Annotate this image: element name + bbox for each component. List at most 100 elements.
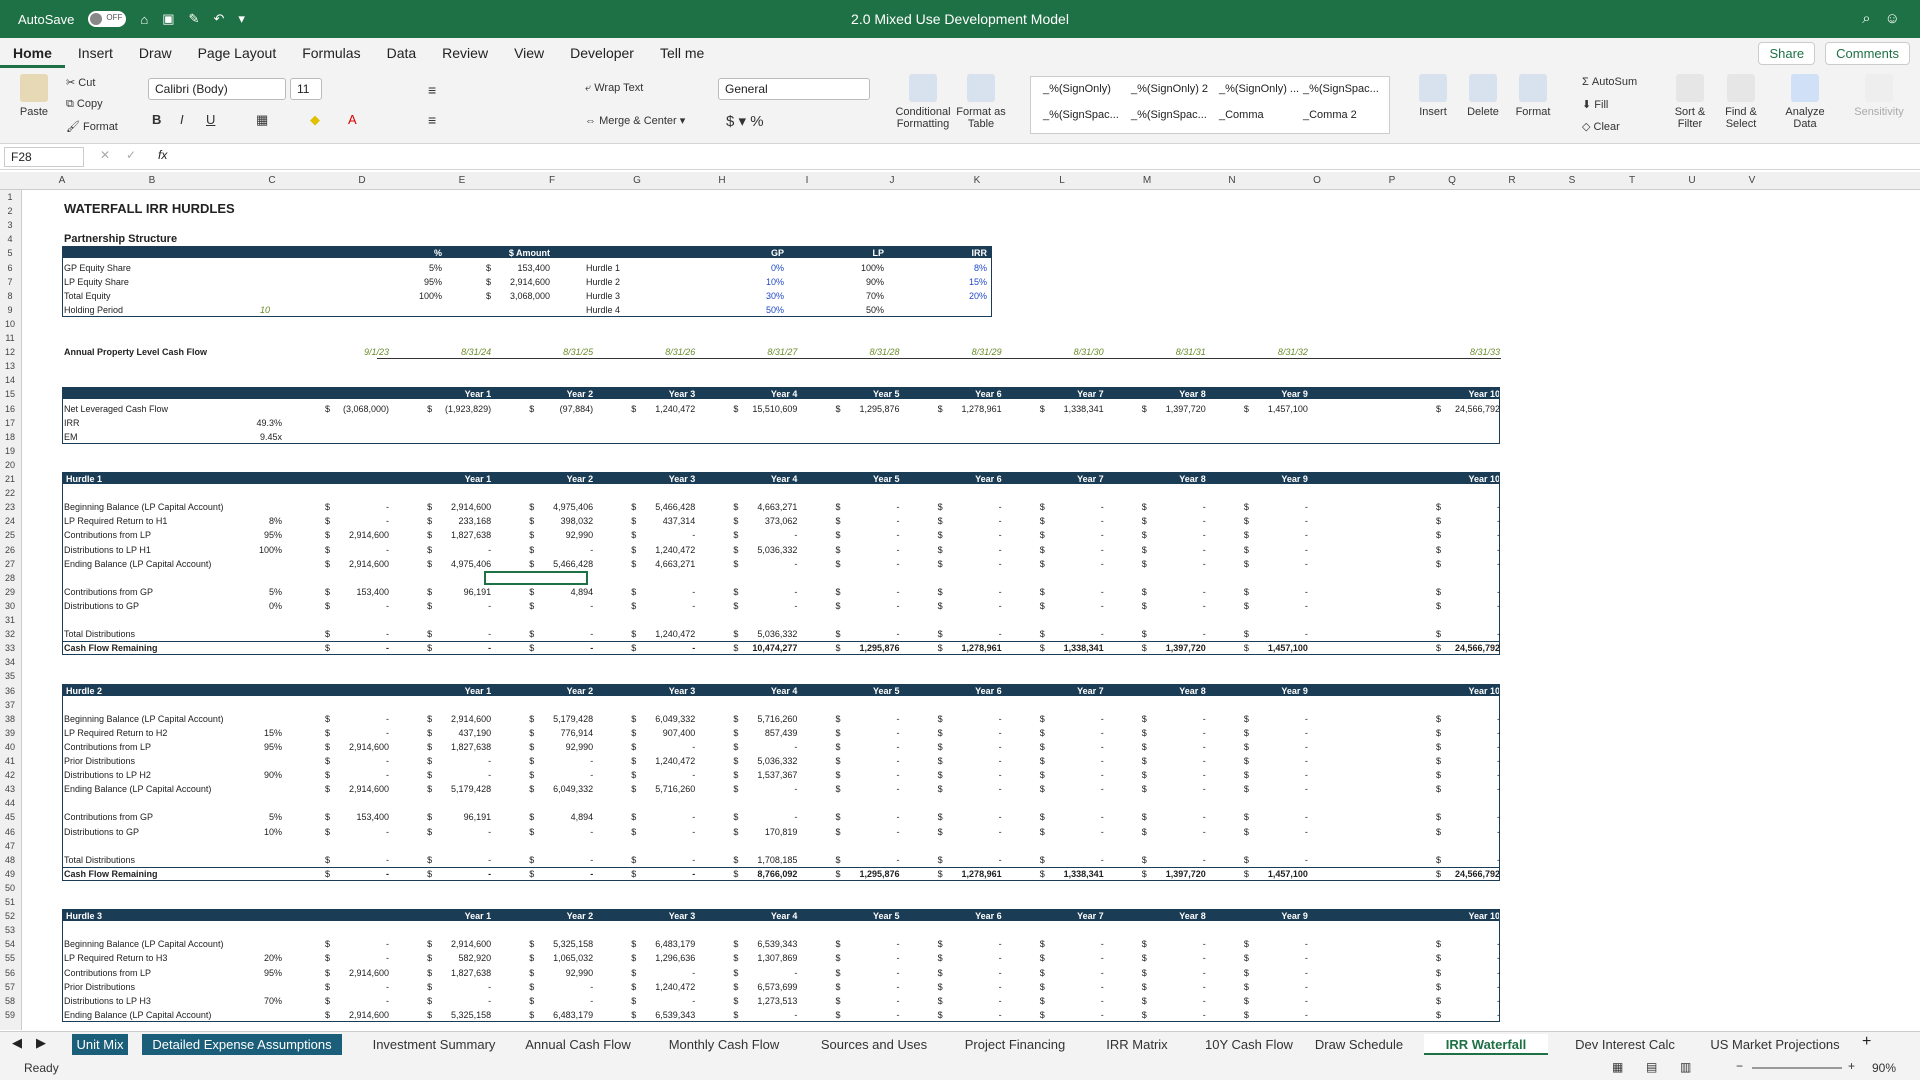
- column-header[interactable]: H: [692, 175, 752, 186]
- table-cell[interactable]: 1,240,472: [633, 628, 695, 641]
- table-cell[interactable]: -: [1042, 826, 1104, 839]
- zoom-in-icon[interactable]: +: [1848, 1059, 1855, 1073]
- sheet-tab[interactable]: Draw Schedule: [1306, 1034, 1412, 1055]
- table-cell[interactable]: -: [327, 544, 389, 557]
- table-cell[interactable]: 2,914,600: [429, 938, 491, 951]
- cash-flow-value[interactable]: 1,457,100: [1246, 403, 1308, 416]
- table-cell[interactable]: -: [1246, 967, 1308, 980]
- table-cell[interactable]: -: [1144, 938, 1206, 951]
- table-cell[interactable]: 4,975,406: [429, 558, 491, 571]
- table-cell[interactable]: 1,278,961: [940, 868, 1002, 881]
- align-top-icon[interactable]: ≡: [428, 82, 436, 98]
- date-header[interactable]: 8/31/26: [633, 346, 695, 359]
- row-header[interactable]: 57: [0, 982, 20, 992]
- column-header[interactable]: R: [1482, 175, 1542, 186]
- table-cell[interactable]: -: [735, 529, 797, 542]
- table-cell[interactable]: -: [633, 600, 695, 613]
- rate-value[interactable]: 95%: [222, 529, 282, 542]
- copy-button[interactable]: ⧉ Copy: [66, 98, 103, 111]
- row-header[interactable]: 59: [0, 1010, 20, 1020]
- table-cell[interactable]: 6,539,343: [633, 1009, 695, 1022]
- table-cell[interactable]: 857,439: [735, 727, 798, 740]
- table-cell[interactable]: -: [1246, 600, 1308, 613]
- rate-value[interactable]: 8%: [222, 515, 282, 528]
- rate-value[interactable]: 0%: [222, 600, 282, 613]
- page-layout-icon[interactable]: ▤: [1646, 1060, 1657, 1074]
- row-label[interactable]: Beginning Balance (LP Capital Account): [64, 938, 264, 951]
- table-cell[interactable]: -: [1438, 783, 1500, 796]
- style-item[interactable]: _%(SignSpac...: [1043, 109, 1119, 121]
- table-cell[interactable]: 5,036,332: [735, 628, 797, 641]
- table-cell[interactable]: -: [1144, 501, 1206, 514]
- comments-button[interactable]: Comments: [1825, 42, 1910, 65]
- cash-flow-value[interactable]: (1,923,829): [429, 403, 491, 416]
- table-cell[interactable]: -: [531, 755, 593, 768]
- table-cell[interactable]: -: [327, 868, 389, 881]
- tab-page-layout[interactable]: Page Layout: [185, 38, 290, 68]
- table-cell[interactable]: 5,325,158: [531, 938, 593, 951]
- lp-split[interactable]: 70%: [824, 290, 884, 303]
- table-cell[interactable]: 24,566,792: [1438, 868, 1500, 881]
- table-cell[interactable]: -: [940, 952, 1002, 965]
- row-header[interactable]: 6: [0, 263, 20, 273]
- table-cell[interactable]: -: [531, 826, 593, 839]
- table-cell[interactable]: -: [429, 826, 491, 839]
- column-header[interactable]: O: [1287, 175, 1347, 186]
- table-cell[interactable]: -: [429, 981, 491, 994]
- table-cell[interactable]: -: [940, 586, 1002, 599]
- table-cell[interactable]: -: [838, 586, 900, 599]
- table-cell[interactable]: -: [531, 981, 593, 994]
- table-cell[interactable]: 373,062: [735, 515, 798, 528]
- align-left-icon[interactable]: ≡: [428, 112, 436, 128]
- table-cell[interactable]: -: [1246, 727, 1308, 740]
- table-cell[interactable]: -: [1438, 529, 1500, 542]
- table-cell[interactable]: 1,273,513: [735, 995, 797, 1008]
- table-cell[interactable]: 1,278,961: [940, 642, 1002, 655]
- table-cell[interactable]: -: [735, 741, 797, 754]
- table-cell[interactable]: -: [1246, 586, 1308, 599]
- table-cell[interactable]: 153,400: [327, 586, 389, 599]
- table-cell[interactable]: -: [1144, 826, 1206, 839]
- column-header[interactable]: K: [947, 175, 1007, 186]
- table-cell[interactable]: -: [1144, 544, 1206, 557]
- row-label[interactable]: Cash Flow Remaining: [64, 868, 264, 881]
- cash-flow-value[interactable]: 1,240,472: [633, 403, 695, 416]
- zoom-slider[interactable]: [1752, 1067, 1842, 1069]
- column-header[interactable]: N: [1202, 175, 1262, 186]
- table-cell[interactable]: -: [1042, 628, 1104, 641]
- table-cell[interactable]: -: [1042, 755, 1104, 768]
- table-cell[interactable]: -: [633, 854, 695, 867]
- table-cell[interactable]: -: [633, 769, 695, 782]
- sheet-tab[interactable]: Unit Mix: [72, 1034, 128, 1055]
- table-cell[interactable]: -: [633, 967, 695, 980]
- row-header[interactable]: 3: [0, 220, 20, 230]
- row-header[interactable]: 50: [0, 883, 20, 893]
- table-cell[interactable]: 5,466,428: [531, 558, 593, 571]
- row-header[interactable]: 32: [0, 629, 20, 639]
- table-cell[interactable]: -: [940, 713, 1002, 726]
- table-cell[interactable]: 170,819: [735, 826, 798, 839]
- date-header[interactable]: 8/31/27: [735, 346, 797, 359]
- column-header[interactable]: I: [777, 175, 837, 186]
- table-cell[interactable]: -: [940, 826, 1002, 839]
- table-cell[interactable]: -: [1042, 783, 1104, 796]
- row-header[interactable]: 13: [0, 361, 20, 371]
- column-header[interactable]: E: [432, 175, 492, 186]
- date-header[interactable]: 8/31/31: [1144, 346, 1206, 359]
- table-cell[interactable]: -: [1438, 713, 1500, 726]
- table-cell[interactable]: -: [531, 642, 593, 655]
- table-cell[interactable]: 2,914,600: [327, 741, 389, 754]
- amount-value[interactable]: 3,068,000: [490, 290, 550, 303]
- tab-data[interactable]: Data: [374, 38, 430, 68]
- table-cell[interactable]: -: [429, 544, 491, 557]
- row-label[interactable]: Prior Distributions: [64, 981, 264, 994]
- pct-value[interactable]: 95%: [382, 276, 442, 289]
- cash-flow-value[interactable]: 1,338,341: [1042, 403, 1104, 416]
- table-cell[interactable]: -: [1246, 811, 1308, 824]
- sheet-tab[interactable]: IRR Matrix: [1082, 1034, 1192, 1055]
- table-cell[interactable]: -: [838, 628, 900, 641]
- row-header[interactable]: 39: [0, 728, 20, 738]
- table-cell[interactable]: -: [838, 854, 900, 867]
- date-header[interactable]: 8/31/32: [1246, 346, 1308, 359]
- table-cell[interactable]: -: [1438, 995, 1500, 1008]
